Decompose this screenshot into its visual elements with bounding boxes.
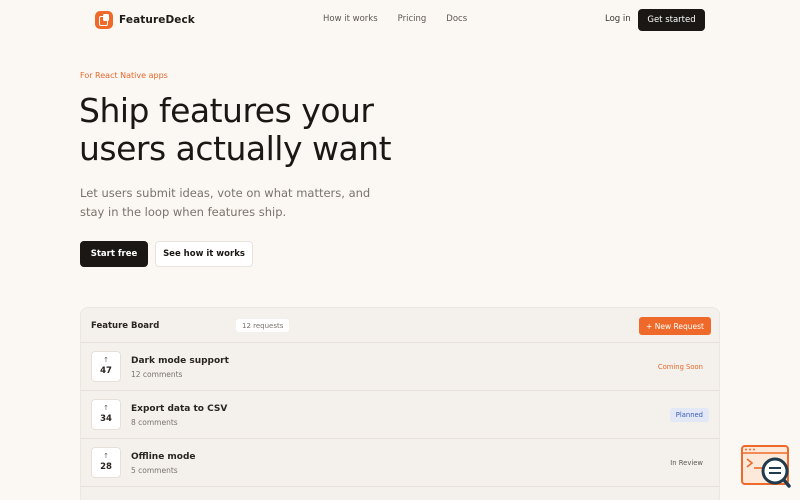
hero-title: Ship features your users actually want (79, 92, 439, 168)
brand-logo[interactable]: FeatureDeck (95, 11, 195, 29)
status-badge: Coming Soon (657, 363, 703, 371)
nav-link-pricing[interactable]: Pricing (398, 14, 427, 24)
feature-title: Dark mode support (131, 356, 229, 366)
brand-name: FeatureDeck (119, 14, 195, 26)
nav-links: How it works Pricing Docs (323, 14, 467, 24)
vote-button[interactable]: ↑ 47 (91, 351, 121, 382)
feature-title: Export data to CSV (131, 404, 228, 414)
start-free-button[interactable]: Start free (80, 241, 148, 267)
hero-title-line-2: users actually want (79, 129, 392, 168)
top-nav: FeatureDeck How it works Pricing Docs Lo… (0, 0, 800, 40)
nav-link-docs[interactable]: Docs (446, 14, 467, 24)
comment-count: 8 comments (131, 418, 178, 427)
feature-board-title: Feature Board (91, 321, 160, 331)
status-badge: In Review (670, 459, 703, 467)
request-count-badge: 12 requests (236, 319, 290, 332)
new-request-button[interactable]: + New Request (639, 317, 711, 335)
arrow-up-icon: ↑ (103, 404, 109, 412)
comment-count: 5 comments (131, 466, 178, 475)
hero-title-line-1: Ship features your (79, 91, 374, 130)
feature-row[interactable]: ↑ 34 Export data to CSV 8 comments Plann… (81, 391, 719, 439)
vote-count: 47 (100, 366, 112, 376)
feature-board-header: Feature Board 12 requests + New Request (81, 308, 719, 343)
comment-count: 12 comments (131, 370, 183, 379)
featuredeck-logo-icon (95, 11, 113, 29)
vote-button[interactable]: ↑ 28 (91, 447, 121, 478)
arrow-up-icon: ↑ (103, 452, 109, 460)
nav-link-how-it-works[interactable]: How it works (323, 14, 378, 24)
help-widget-button[interactable] (741, 444, 791, 490)
get-started-button[interactable]: Get started (638, 9, 705, 31)
arrow-up-icon: ↑ (103, 356, 109, 364)
feature-row[interactable]: ↑ 28 Offline mode 5 comments In Review (81, 439, 719, 487)
vote-count: 28 (100, 462, 112, 472)
feature-row[interactable]: ↑ 47 Dark mode support 12 comments Comin… (81, 343, 719, 391)
feature-title: Offline mode (131, 452, 196, 462)
status-badge: Planned (669, 408, 709, 422)
feature-board: Feature Board 12 requests + New Request … (80, 307, 720, 500)
vote-count: 34 (100, 414, 112, 424)
hero-eyebrow: For React Native apps (80, 71, 168, 80)
hero-subtitle: Let users submit ideas, vote on what mat… (80, 186, 371, 219)
help-widget-icon (741, 445, 791, 488)
login-link[interactable]: Log in (605, 14, 631, 24)
see-how-it-works-button[interactable]: See how it works (155, 241, 253, 267)
vote-button[interactable]: ↑ 34 (91, 399, 121, 430)
